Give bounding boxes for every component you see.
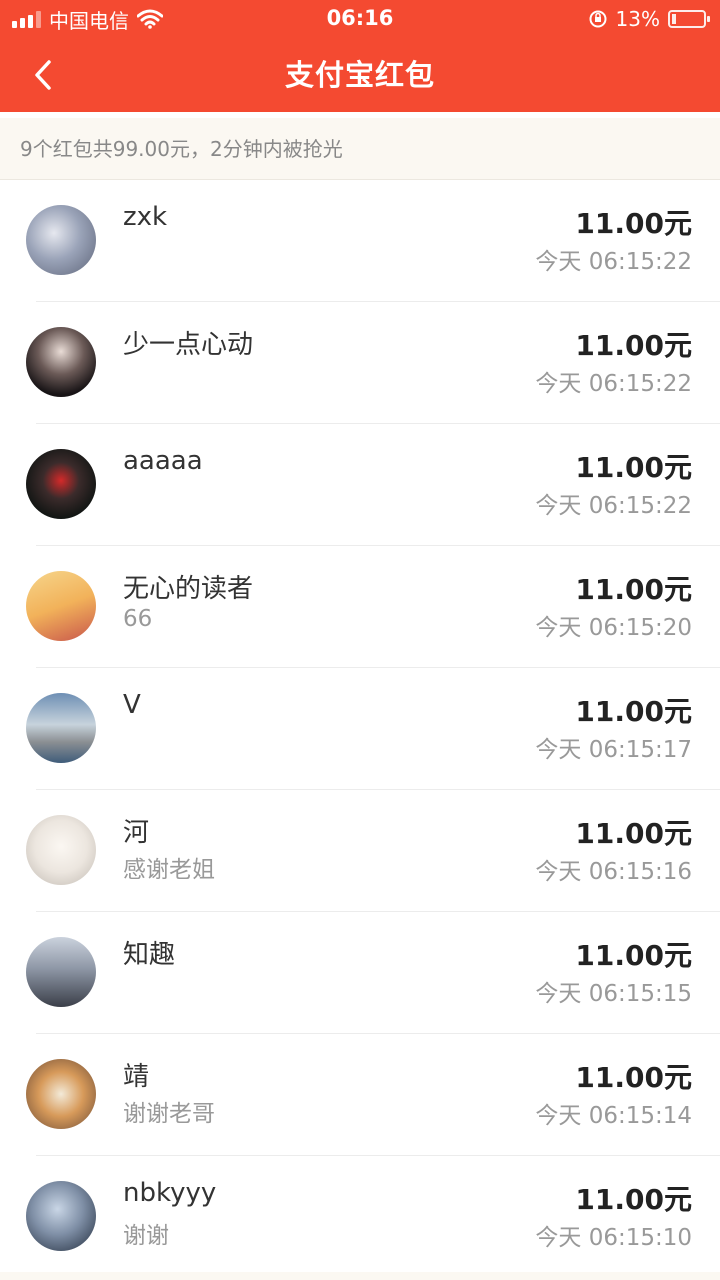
recipient-note: 谢谢 xyxy=(123,1223,169,1249)
amount: 11.00元 xyxy=(575,1061,692,1094)
amount: 11.00元 xyxy=(575,817,692,850)
timestamp: 今天 06:15:22 xyxy=(535,493,692,519)
avatar[interactable] xyxy=(26,693,96,763)
orientation-lock-icon xyxy=(588,9,608,29)
recipient-note: 感谢老姐 xyxy=(123,857,215,883)
status-bar: 中国电信 06:16 13% xyxy=(0,0,720,38)
recipient-name: 知趣 xyxy=(123,940,176,970)
timestamp: 今天 06:15:22 xyxy=(535,249,692,275)
recipient-name: 无心的读者 xyxy=(123,574,254,604)
timestamp: 今天 06:15:15 xyxy=(535,981,692,1007)
recipient-name: aaaaa xyxy=(123,446,203,476)
list-item[interactable]: nbkyyy 谢谢 11.00元今天 06:15:10 xyxy=(0,1156,720,1278)
amount: 11.00元 xyxy=(575,329,692,362)
recipient-name: 靖 xyxy=(123,1062,150,1092)
recipient-name: zxk xyxy=(123,202,168,232)
avatar[interactable] xyxy=(26,327,96,397)
avatar[interactable] xyxy=(26,1181,96,1251)
battery-icon xyxy=(668,10,710,28)
list-item[interactable]: 河感谢老姐 11.00元今天 06:15:16 xyxy=(0,790,720,912)
recipient-note: 谢谢老哥 xyxy=(123,1101,215,1127)
battery-percent: 13% xyxy=(615,7,660,31)
amount: 11.00元 xyxy=(575,573,692,606)
status-right: 13% xyxy=(588,6,710,32)
amount: 11.00元 xyxy=(575,451,692,484)
avatar[interactable] xyxy=(26,449,96,519)
amount: 11.00元 xyxy=(575,695,692,728)
timestamp: 今天 06:15:22 xyxy=(535,371,692,397)
recipient-note: 66 xyxy=(123,606,153,632)
avatar[interactable] xyxy=(26,937,96,1007)
amount: 11.00元 xyxy=(575,207,692,240)
recipient-name: nbkyyy xyxy=(123,1178,217,1208)
summary-banner: 9个红包共99.00元，2分钟内被抢光 xyxy=(0,118,720,180)
recipient-name: 少一点心动 xyxy=(123,330,254,360)
back-button[interactable] xyxy=(22,52,68,98)
list-item[interactable]: V 11.00元今天 06:15:17 xyxy=(0,668,720,790)
amount: 11.00元 xyxy=(575,1183,692,1216)
avatar[interactable] xyxy=(26,205,96,275)
amount: 11.00元 xyxy=(575,939,692,972)
timestamp: 今天 06:15:16 xyxy=(535,859,692,885)
timestamp: 今天 06:15:17 xyxy=(535,737,692,763)
list-item[interactable]: 少一点心动 11.00元今天 06:15:22 xyxy=(0,302,720,424)
avatar[interactable] xyxy=(26,1059,96,1129)
timestamp: 今天 06:15:14 xyxy=(535,1103,692,1129)
list-item[interactable]: 知趣 11.00元今天 06:15:15 xyxy=(0,912,720,1034)
list-item[interactable]: zxk 11.00元今天 06:15:22 xyxy=(0,180,720,302)
page-title: 支付宝红包 xyxy=(284,58,435,92)
chevron-left-icon xyxy=(35,60,51,90)
timestamp: 今天 06:15:10 xyxy=(535,1225,692,1251)
recipient-list: zxk 11.00元 今天 06:15:22 少一点心动 11.00元 今天 06:15:… xyxy=(0,180,720,1280)
summary-text: 9个红包共99.00元，2分钟内被抢光 xyxy=(20,137,343,161)
recipient-name: V xyxy=(123,690,141,720)
list-item[interactable]: 靖谢谢老哥 11.00元今天 06:15:14 xyxy=(0,1034,720,1156)
battery-level xyxy=(672,14,676,24)
avatar[interactable] xyxy=(26,815,96,885)
bottom-strip xyxy=(0,1272,720,1280)
timestamp: 今天 06:15:20 xyxy=(535,615,692,641)
avatar[interactable] xyxy=(26,571,96,641)
nav-bar: 支付宝红包 xyxy=(0,38,720,112)
list-item[interactable]: 无心的读者 66 11.00元今天 06:15:20 xyxy=(0,546,720,668)
recipient-name: 河 xyxy=(123,818,150,848)
list-item[interactable]: aaaaa 11.00元今天 06:15:22 xyxy=(0,424,720,546)
